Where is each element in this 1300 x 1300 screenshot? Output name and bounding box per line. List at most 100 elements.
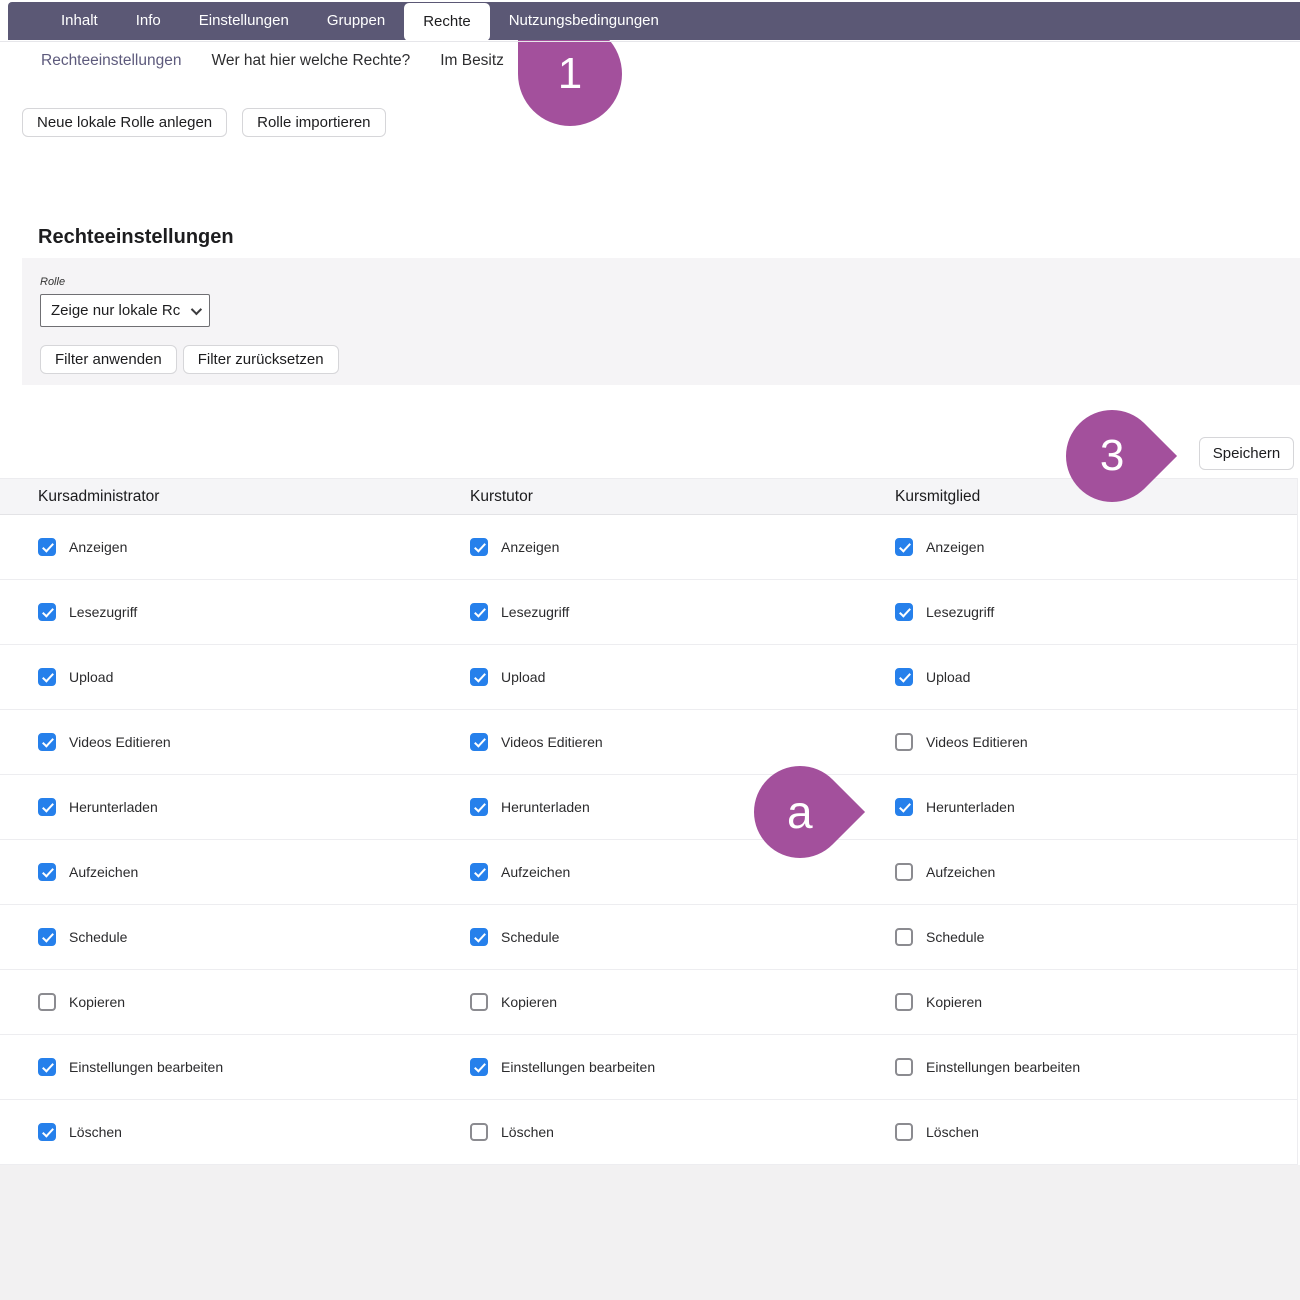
tab-gruppen[interactable]: Gruppen [308, 2, 404, 40]
permission-label: Anzeigen [926, 539, 984, 555]
cell-herunterladen-kursadministrator: Herunterladen [0, 798, 432, 816]
permission-label: Lesezugriff [501, 604, 569, 620]
cell-aufzeichen-kurstutor: Aufzeichen [432, 863, 865, 881]
permission-label: Aufzeichen [69, 864, 138, 880]
save-button[interactable]: Speichern [1199, 437, 1294, 470]
filter-reset-button[interactable]: Filter zurücksetzen [183, 345, 339, 374]
checkbox-kopieren-kursadministrator[interactable] [38, 993, 56, 1011]
permission-label: Kopieren [501, 994, 557, 1010]
permission-label: Einstellungen bearbeiten [501, 1059, 655, 1075]
checkbox-herunterladen-kursadministrator[interactable] [38, 798, 56, 816]
filter-apply-button[interactable]: Filter anwenden [40, 345, 177, 374]
sub-nav: Rechteeinstellungen Wer hat hier welche R… [41, 52, 504, 70]
permission-label: Anzeigen [69, 539, 127, 555]
checkbox-anzeigen-kursmitglied[interactable] [895, 538, 913, 556]
checkbox-upload-kursmitglied[interactable] [895, 668, 913, 686]
filter-buttons: Filter anwenden Filter zurücksetzen [40, 345, 339, 374]
tab-einstellungen[interactable]: Einstellungen [180, 2, 308, 40]
permission-label: Lesezugriff [926, 604, 994, 620]
checkbox-lesezugriff-kursmitglied[interactable] [895, 603, 913, 621]
cell-upload-kursadministrator: Upload [0, 668, 432, 686]
checkbox-aufzeichen-kursadministrator[interactable] [38, 863, 56, 881]
top-nav: InhaltInfoEinstellungenGruppenRechteNutz… [8, 2, 1300, 40]
checkbox-herunterladen-kurstutor[interactable] [470, 798, 488, 816]
tab-nutzungsbedingungen[interactable]: Nutzungsbedingungen [490, 2, 678, 40]
checkbox-upload-kurstutor[interactable] [470, 668, 488, 686]
checkbox-videos-editieren-kursmitglied[interactable] [895, 733, 913, 751]
permission-row-lesezugriff: Lesezugriff Lesezugriff Lesezugriff [0, 580, 1297, 645]
checkbox-lesezugriff-kurstutor[interactable] [470, 603, 488, 621]
checkbox-einstellungen-bearbeiten-kursadministrator[interactable] [38, 1058, 56, 1076]
permission-label: Kopieren [926, 994, 982, 1010]
permission-label: Löschen [69, 1124, 122, 1140]
role-select[interactable]: Zeige nur lokale Rc [40, 294, 210, 327]
checkbox-schedule-kurstutor[interactable] [470, 928, 488, 946]
cell-videos-editieren-kursmitglied: Videos Editieren [865, 733, 1297, 751]
checkbox-schedule-kursadministrator[interactable] [38, 928, 56, 946]
annotation-balloon-1-label: 1 [558, 52, 582, 96]
checkbox-einstellungen-bearbeiten-kursmitglied[interactable] [895, 1058, 913, 1076]
permission-label: Schedule [501, 929, 559, 945]
checkbox-herunterladen-kursmitglied[interactable] [895, 798, 913, 816]
checkbox-anzeigen-kurstutor[interactable] [470, 538, 488, 556]
permission-row-löschen: Löschen Löschen Löschen [0, 1100, 1297, 1165]
checkbox-anzeigen-kursadministrator[interactable] [38, 538, 56, 556]
permission-label: Upload [501, 669, 545, 685]
permission-label: Löschen [501, 1124, 554, 1140]
cell-löschen-kursmitglied: Löschen [865, 1123, 1297, 1141]
cell-aufzeichen-kursadministrator: Aufzeichen [0, 863, 432, 881]
checkbox-videos-editieren-kurstutor[interactable] [470, 733, 488, 751]
checkbox-videos-editieren-kursadministrator[interactable] [38, 733, 56, 751]
permission-label: Upload [69, 669, 113, 685]
subnav-item-wer-hat-hier-welche-rechte[interactable]: Wer hat hier welche Rechte? [211, 52, 410, 70]
cell-anzeigen-kursadministrator: Anzeigen [0, 538, 432, 556]
tab-rechte[interactable]: Rechte [404, 3, 490, 41]
permission-row-aufzeichen: Aufzeichen Aufzeichen Aufzeichen [0, 840, 1297, 905]
tab-inhalt[interactable]: Inhalt [42, 2, 117, 40]
permission-label: Einstellungen bearbeiten [69, 1059, 223, 1075]
permission-label: Aufzeichen [501, 864, 570, 880]
cell-einstellungen-bearbeiten-kurstutor: Einstellungen bearbeiten [432, 1058, 865, 1076]
cell-schedule-kurstutor: Schedule [432, 928, 865, 946]
cell-videos-editieren-kurstutor: Videos Editieren [432, 733, 865, 751]
permission-row-schedule: ScheduleScheduleSchedule [0, 905, 1297, 970]
cell-kopieren-kurstutor: Kopieren [432, 993, 865, 1011]
cell-videos-editieren-kursadministrator: Videos Editieren [0, 733, 432, 751]
checkbox-löschen-kurstutor[interactable] [470, 1123, 488, 1141]
permission-row-einstellungen-bearbeiten: Einstellungen bearbeiten Einstellungen be… [0, 1035, 1297, 1100]
checkbox-aufzeichen-kurstutor[interactable] [470, 863, 488, 881]
permission-label: Videos Editieren [69, 734, 171, 750]
checkbox-löschen-kursadministrator[interactable] [38, 1123, 56, 1141]
permission-label: Aufzeichen [926, 864, 995, 880]
new-local-role-button[interactable]: Neue lokale Rolle anlegen [22, 108, 227, 137]
checkbox-lesezugriff-kursadministrator[interactable] [38, 603, 56, 621]
checkbox-kopieren-kurstutor[interactable] [470, 993, 488, 1011]
footer-area [0, 1165, 1300, 1300]
permission-label: Einstellungen bearbeiten [926, 1059, 1080, 1075]
import-role-button[interactable]: Rolle importieren [242, 108, 385, 137]
checkbox-schedule-kursmitglied[interactable] [895, 928, 913, 946]
subnav-item-rechteeinstellungen[interactable]: Rechteeinstellungen [41, 52, 181, 70]
cell-löschen-kurstutor: Löschen [432, 1123, 865, 1141]
checkbox-löschen-kursmitglied[interactable] [895, 1123, 913, 1141]
column-header-kurstutor: Kurstutor [432, 488, 865, 506]
annotation-balloon-a-label: a [787, 789, 813, 835]
cell-lesezugriff-kursadministrator: Lesezugriff [0, 603, 432, 621]
chevron-down-icon [191, 303, 202, 314]
checkbox-aufzeichen-kursmitglied[interactable] [895, 863, 913, 881]
page: InhaltInfoEinstellungenGruppenRechteNutz… [0, 0, 1300, 1300]
permission-row-anzeigen: AnzeigenAnzeigenAnzeigen [0, 515, 1297, 580]
permission-row-upload: Upload Upload Upload [0, 645, 1297, 710]
checkbox-kopieren-kursmitglied[interactable] [895, 993, 913, 1011]
cell-schedule-kursmitglied: Schedule [865, 928, 1297, 946]
checkbox-upload-kursadministrator[interactable] [38, 668, 56, 686]
tab-info[interactable]: Info [117, 2, 180, 40]
cell-upload-kurstutor: Upload [432, 668, 865, 686]
subnav-item-im-besitz[interactable]: Im Besitz [440, 52, 504, 70]
page-title: Rechteeinstellungen [38, 226, 234, 249]
permissions-table: KursadministratorKurstutorKursmitgliedAn… [0, 478, 1298, 1165]
permission-label: Schedule [926, 929, 984, 945]
cell-upload-kursmitglied: Upload [865, 668, 1297, 686]
permission-label: Videos Editieren [501, 734, 603, 750]
checkbox-einstellungen-bearbeiten-kurstutor[interactable] [470, 1058, 488, 1076]
